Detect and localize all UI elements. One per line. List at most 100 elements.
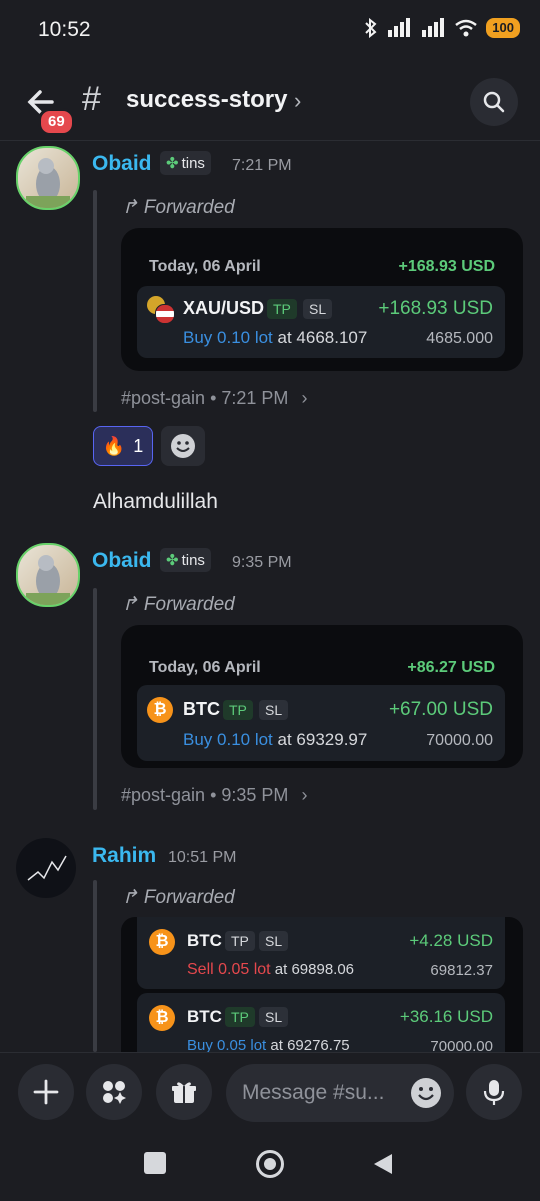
search-icon — [483, 91, 505, 113]
message-input[interactable]: Message #su... — [226, 1064, 454, 1122]
bitcoin-icon: ₿ — [149, 929, 175, 955]
trade-card[interactable]: Today, 06 April +86.27 USD ₿ BTC TP SL +… — [121, 625, 523, 768]
forward-arrow-icon: ↱ — [122, 197, 138, 218]
clover-icon: ✤ — [166, 155, 179, 172]
sl-badge: SL — [259, 931, 289, 951]
home-dot — [264, 1158, 276, 1170]
sl-badge: SL — [303, 299, 333, 319]
avatar[interactable] — [16, 146, 80, 210]
battery-indicator: 100 — [486, 18, 520, 38]
reaction-fire[interactable]: 🔥 1 — [93, 426, 153, 466]
trade-card[interactable]: Today, 06 April +168.93 USD XAU/USD TP S… — [121, 228, 523, 371]
sparkle-apps-icon — [103, 1081, 126, 1104]
source-channel: #post-gain — [121, 785, 206, 805]
sl-badge: SL — [259, 700, 289, 720]
trade-open-price: at 69329.97 — [277, 730, 368, 749]
avatar[interactable] — [16, 543, 80, 607]
card-date: Today, 06 April — [149, 659, 261, 676]
tp-badge: TP — [223, 700, 253, 720]
trade-side-lot: Buy 0.10 lot — [183, 328, 273, 347]
wave-chart-icon — [27, 855, 67, 881]
chevron-right-icon: › — [301, 388, 308, 408]
add-reaction-button[interactable] — [161, 426, 205, 466]
forwarded-text: Forwarded — [143, 886, 235, 908]
trade-side-lot: Sell 0.05 lot — [187, 961, 271, 978]
trade-symbol: BTC — [183, 699, 220, 719]
trade-close-price: 4685.000 — [426, 330, 493, 347]
avatar-image — [26, 555, 70, 605]
add-attachment-button[interactable] — [18, 1064, 74, 1120]
avatar[interactable] — [16, 838, 76, 898]
card-total: +168.93 USD — [398, 258, 495, 275]
bluetooth-icon — [365, 18, 377, 38]
source-channel-link[interactable]: #post-gain • 7:21 PM › — [121, 388, 307, 409]
voice-message-button[interactable] — [466, 1064, 522, 1120]
signal-icon — [388, 18, 411, 37]
forwarded-text: Forwarded — [143, 593, 235, 615]
trade-row[interactable]: ₿ BTC TP SL +36.16 USD Buy 0.05 lot at 6… — [137, 993, 505, 1057]
tp-badge: TP — [225, 1007, 255, 1027]
chevron-right-icon: › — [301, 785, 308, 805]
channel-title[interactable]: success-story — [126, 86, 287, 114]
card-total: +86.27 USD — [407, 659, 495, 676]
card-date: Today, 06 April — [149, 258, 261, 275]
trade-open-price: at 4668.107 — [277, 328, 368, 347]
clover-icon: ✤ — [166, 552, 179, 569]
message-time: 9:35 PM — [232, 554, 292, 571]
forwarded-label: ↱ Forwarded — [122, 886, 235, 909]
tp-badge: TP — [225, 931, 255, 951]
trade-details: Buy 0.10 lot at 4668.107 — [183, 328, 367, 348]
trade-side-lot: Buy 0.10 lot — [183, 730, 273, 749]
trade-gain: +36.16 USD — [399, 1007, 493, 1026]
back-nav-button[interactable] — [372, 1152, 394, 1181]
trade-close-price: 69812.37 — [430, 962, 493, 979]
username[interactable]: Obaid — [92, 152, 152, 176]
trade-gain: +67.00 USD — [388, 699, 493, 720]
xau-usd-icon — [147, 296, 175, 324]
trade-symbol: XAU/USD — [183, 298, 265, 318]
trade-card[interactable]: ₿ BTC TP SL +4.28 USD Sell 0.05 lot at 6… — [121, 917, 523, 1057]
reaction-count: 1 — [133, 435, 144, 456]
source-channel: #post-gain — [121, 388, 206, 408]
fire-emoji: 🔥 — [102, 435, 126, 456]
gift-icon — [172, 1082, 196, 1103]
user-tag-label: tins — [181, 551, 205, 569]
forward-arrow-icon: ↱ — [122, 594, 138, 615]
message-time: 10:51 PM — [168, 849, 237, 866]
channel-hash-icon: # — [82, 80, 101, 118]
signal-icon-2 — [422, 18, 445, 37]
trade-gain: +168.93 USD — [378, 298, 493, 319]
recents-button[interactable] — [144, 1152, 166, 1174]
chevron-right-icon[interactable]: › — [294, 88, 301, 114]
trade-open-price: at 69898.06 — [274, 961, 355, 978]
emoji-button[interactable] — [410, 1077, 442, 1115]
username[interactable]: Rahim — [92, 844, 156, 868]
trade-row[interactable]: ₿ BTC TP SL +67.00 USD Buy 0.10 lot at 6… — [137, 685, 505, 761]
trade-row[interactable]: ₿ BTC TP SL +4.28 USD Sell 0.05 lot at 6… — [137, 917, 505, 989]
forwarded-text: Forwarded — [143, 196, 235, 218]
bitcoin-icon: ₿ — [149, 1005, 175, 1031]
gift-button[interactable] — [156, 1064, 212, 1120]
search-button[interactable] — [470, 78, 518, 126]
username[interactable]: Obaid — [92, 549, 152, 573]
sl-badge: SL — [259, 1007, 289, 1027]
message-text: Alhamdulillah — [93, 490, 218, 513]
microphone-icon — [483, 1080, 505, 1105]
user-tag-label: tins — [181, 154, 205, 172]
avatar-image — [26, 158, 70, 208]
forwarded-label: ↱ Forwarded — [122, 196, 235, 219]
source-channel-link[interactable]: #post-gain • 9:35 PM › — [121, 785, 307, 806]
message-time: 7:21 PM — [232, 157, 292, 174]
smiley-icon — [171, 434, 195, 458]
user-tag: ✤ tins — [160, 151, 211, 175]
wifi-icon — [455, 19, 478, 37]
home-button[interactable] — [256, 1150, 284, 1178]
trade-row[interactable]: XAU/USD TP SL +168.93 USD Buy 0.10 lot a… — [137, 286, 505, 358]
status-icons: 100 — [364, 18, 520, 38]
apps-button[interactable] — [86, 1064, 142, 1120]
message-placeholder: Message #su... — [242, 1081, 385, 1104]
plus-icon — [33, 1079, 59, 1105]
tp-badge: TP — [267, 299, 297, 319]
bitcoin-icon: ₿ — [147, 697, 173, 723]
forward-arrow-icon: ↱ — [122, 887, 138, 908]
